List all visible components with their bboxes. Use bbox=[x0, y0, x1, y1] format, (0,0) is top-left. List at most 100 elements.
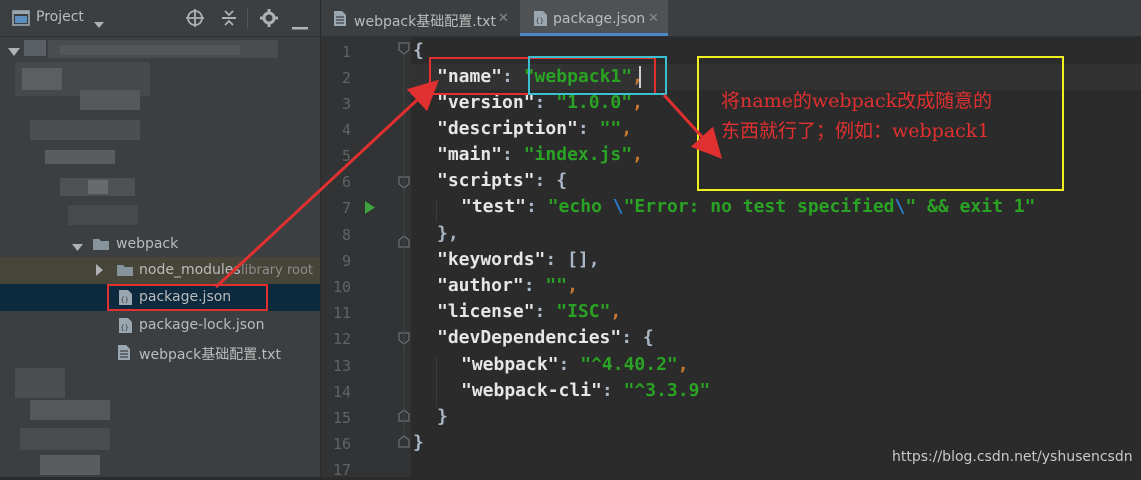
line-number: 5 bbox=[341, 147, 351, 165]
editor-tab-bar: webpack基础配置.txt ✕ {} package.json ✕ bbox=[321, 0, 1141, 37]
json-string: "index.js" bbox=[523, 144, 633, 165]
chevron-down-icon[interactable] bbox=[93, 14, 105, 33]
fold-close-icon[interactable] bbox=[398, 435, 410, 448]
gear-icon[interactable] bbox=[260, 9, 278, 31]
annotation-text-line1: 将name的webpack改成随意的 bbox=[721, 90, 993, 112]
tree-item-webpack-txt[interactable]: webpack基础配置.txt bbox=[0, 339, 320, 366]
tree-item-label: webpack bbox=[116, 236, 179, 252]
brace: } bbox=[437, 406, 448, 427]
project-view-selector[interactable]: Project bbox=[36, 9, 84, 25]
folder-icon bbox=[92, 236, 110, 255]
tree-item-webpack[interactable]: webpack bbox=[0, 231, 320, 258]
code-line-9: "keywords": [], bbox=[437, 249, 600, 270]
watermark: https://blog.csdn.net/yshusencsdn bbox=[892, 449, 1133, 465]
line-number: 7 bbox=[341, 199, 351, 217]
tree-item-node-modules[interactable]: node_modules library root bbox=[0, 257, 320, 284]
close-icon[interactable]: ✕ bbox=[498, 11, 509, 26]
tab-label: package.json bbox=[553, 11, 646, 27]
line-number: 1 bbox=[341, 43, 351, 61]
json-file-icon: {} bbox=[532, 10, 548, 31]
json-key: "main" bbox=[437, 144, 503, 165]
code-line-13: "webpack": "^4.40.2", bbox=[461, 354, 689, 375]
close-icon[interactable]: ✕ bbox=[648, 11, 659, 26]
code-line-16: } bbox=[413, 432, 424, 453]
run-script-icon[interactable] bbox=[364, 200, 376, 219]
line-number: 15 bbox=[332, 409, 351, 427]
text-file-icon bbox=[333, 10, 347, 31]
tab-label: webpack基础配置.txt bbox=[354, 14, 496, 30]
json-key: "license" bbox=[437, 301, 535, 322]
code-line-6: "scripts": { bbox=[437, 170, 568, 191]
json-key: "webpack" bbox=[461, 354, 559, 375]
line-number: 14 bbox=[332, 383, 351, 401]
code-line-15: } bbox=[437, 406, 448, 427]
project-window-icon bbox=[12, 10, 30, 30]
cyan-highlight-box-value bbox=[528, 56, 667, 95]
line-number: 4 bbox=[341, 121, 351, 139]
chevron-right-icon[interactable] bbox=[95, 264, 104, 280]
library-root-badge: library root bbox=[241, 263, 314, 278]
code-line-14: "webpack-cli": "^3.3.9" bbox=[461, 380, 711, 401]
code-line-4: "description": "", bbox=[437, 118, 633, 139]
code-line-8: }, bbox=[437, 223, 459, 244]
line-number: 12 bbox=[332, 330, 351, 348]
line-number: 2 bbox=[341, 69, 351, 87]
json-key: "scripts" bbox=[437, 170, 535, 191]
minimize-icon[interactable] bbox=[292, 16, 308, 35]
text-file-icon bbox=[117, 344, 131, 365]
code-line-10: "author": "", bbox=[437, 275, 578, 296]
brace: } bbox=[413, 432, 424, 453]
line-number: 11 bbox=[332, 304, 351, 322]
tree-item-package-lock-json[interactable]: {} package-lock.json bbox=[0, 312, 320, 339]
json-string: " && exit 1" bbox=[905, 196, 1036, 217]
fold-markers bbox=[398, 42, 410, 448]
line-number: 9 bbox=[341, 252, 351, 270]
json-key: "version" bbox=[437, 92, 535, 113]
code-line-3: "version": "1.0.0", bbox=[437, 92, 643, 113]
collapse-all-icon[interactable] bbox=[220, 9, 238, 31]
json-array: [], bbox=[567, 249, 600, 270]
json-string: "1.0.0" bbox=[556, 92, 633, 113]
line-number: 13 bbox=[332, 357, 351, 375]
indent-guide bbox=[436, 200, 437, 222]
folder-icon bbox=[116, 262, 134, 281]
svg-text:{}: {} bbox=[536, 17, 544, 25]
json-string: "echo bbox=[547, 196, 613, 217]
tab-webpack-txt[interactable]: webpack基础配置.txt ✕ bbox=[321, 0, 517, 36]
line-number: 6 bbox=[341, 173, 351, 191]
code-line-7: "test": "echo \"Error: no test specified… bbox=[461, 196, 1036, 217]
code-line-12: "devDependencies": { bbox=[437, 327, 654, 348]
tree-item-label: webpack基础配置.txt bbox=[139, 347, 281, 363]
json-string: "^3.3.9" bbox=[623, 380, 711, 401]
project-panel-header: Project bbox=[0, 0, 320, 37]
divider bbox=[247, 8, 248, 28]
json-key: "webpack-cli" bbox=[461, 380, 602, 401]
annotation-text-line2: 东西就行了；例如：webpack1 bbox=[721, 120, 990, 142]
code-line-5: "main": "index.js", bbox=[437, 144, 643, 165]
json-string: "Error: no test specified bbox=[623, 196, 895, 217]
code-line-1: { bbox=[413, 40, 424, 61]
red-highlight-box-package-json bbox=[107, 284, 268, 311]
tree-item-label: node_modules bbox=[139, 262, 241, 278]
json-key: "keywords" bbox=[437, 249, 546, 270]
indent-guide bbox=[436, 357, 437, 407]
escape-char: \ bbox=[612, 196, 624, 217]
json-key: "devDependencies" bbox=[437, 327, 622, 348]
line-number: 17 bbox=[332, 461, 351, 479]
code-line-11: "license": "ISC", bbox=[437, 301, 622, 322]
json-key: "test" bbox=[461, 196, 527, 217]
escape-char: \ bbox=[894, 196, 906, 217]
locate-icon[interactable] bbox=[186, 9, 204, 31]
json-key: "author" bbox=[437, 275, 524, 296]
chevron-down-icon bbox=[8, 42, 20, 61]
json-string: "^4.40.2" bbox=[580, 354, 678, 375]
fold-open-icon[interactable] bbox=[398, 42, 410, 55]
yellow-annotation-box: 将name的webpack改成随意的 东西就行了；例如：webpack1 bbox=[697, 56, 1064, 191]
tab-package-json[interactable]: {} package.json ✕ bbox=[520, 0, 668, 36]
json-string: "ISC" bbox=[556, 301, 611, 322]
json-string: "" bbox=[545, 275, 568, 296]
brace: }, bbox=[437, 223, 459, 244]
line-number: 10 bbox=[332, 278, 351, 296]
chevron-down-icon[interactable] bbox=[72, 240, 83, 256]
brace: { bbox=[413, 40, 424, 61]
